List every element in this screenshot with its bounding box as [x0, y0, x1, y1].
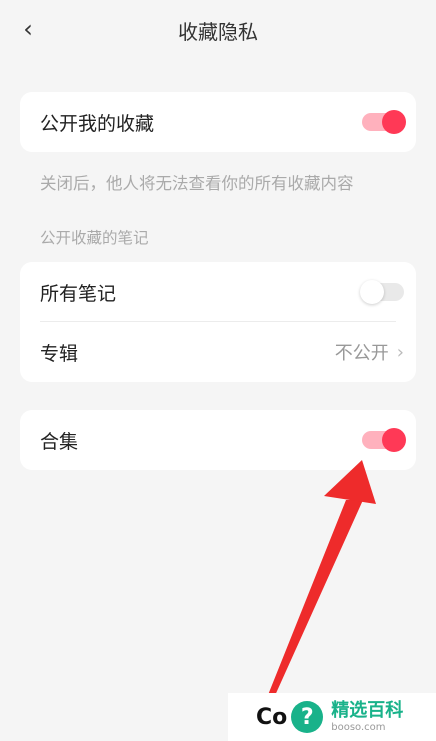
- annotation-arrow-icon: [258, 460, 376, 720]
- watermark-url: booso.com: [331, 721, 386, 733]
- watermark: Co ? 精选百科 booso.com: [228, 693, 436, 741]
- watermark-prefix: Co: [256, 704, 288, 730]
- question-icon: ?: [291, 701, 324, 733]
- watermark-brand: 精选百科 booso.com: [331, 699, 404, 733]
- watermark-brand-cn: 精选百科: [331, 699, 404, 721]
